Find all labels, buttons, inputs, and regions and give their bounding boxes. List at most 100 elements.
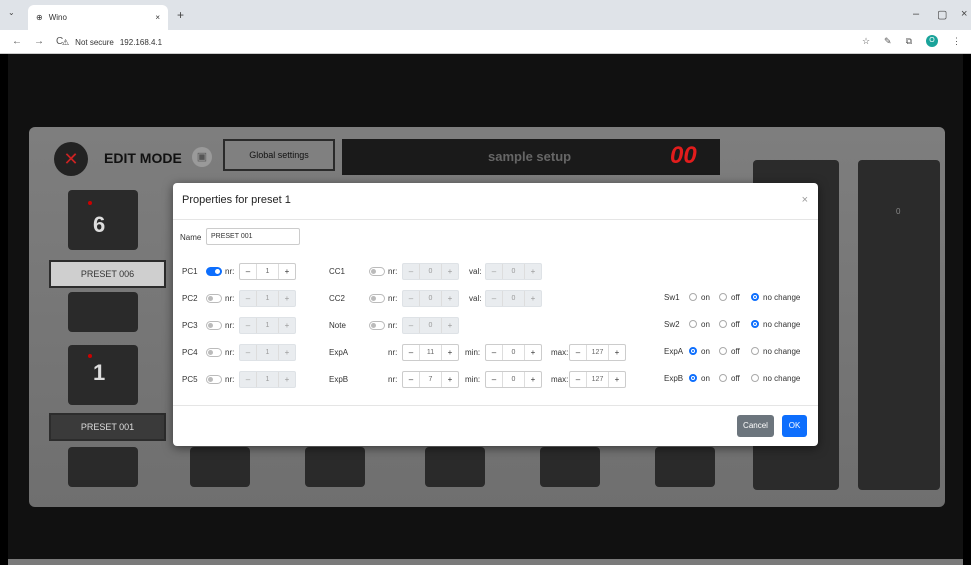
- increment-button[interactable]: +: [442, 345, 458, 360]
- pc2-value[interactable]: 1: [256, 291, 279, 306]
- increment-button[interactable]: +: [609, 372, 625, 387]
- note-nr-value[interactable]: 0: [419, 318, 442, 333]
- decrement-button[interactable]: –: [486, 345, 502, 360]
- minimize-button[interactable]: –: [913, 8, 919, 20]
- decrement-button[interactable]: –: [570, 345, 586, 360]
- increment-button[interactable]: +: [279, 291, 295, 306]
- ok-button[interactable]: OK: [782, 415, 807, 437]
- extension-pen-icon[interactable]: ✎: [884, 36, 892, 47]
- cc2-toggle[interactable]: [369, 294, 385, 303]
- increment-button[interactable]: +: [279, 318, 295, 333]
- decrement-button[interactable]: –: [403, 372, 419, 387]
- decrement-button[interactable]: –: [403, 318, 419, 333]
- new-tab-button[interactable]: +: [177, 8, 184, 22]
- note-toggle[interactable]: [369, 321, 385, 330]
- expa-radio-on[interactable]: [689, 347, 697, 355]
- radio-nochange-label: no change: [763, 374, 801, 383]
- increment-button[interactable]: +: [442, 264, 458, 279]
- expa-radio-no-change[interactable]: [751, 347, 759, 355]
- expb-radio-off[interactable]: [719, 374, 727, 382]
- dialog-header: Properties for preset 1 ×: [173, 183, 818, 220]
- cc2-val-value[interactable]: 0: [502, 291, 525, 306]
- sw1-radio-on[interactable]: [689, 293, 697, 301]
- browser-tab-strip: ⌄ ⊕ Wino × + – ▢ ×: [0, 0, 971, 30]
- expb-max-value[interactable]: 127: [586, 372, 609, 387]
- browser-tab[interactable]: ⊕ Wino ×: [28, 5, 168, 30]
- decrement-button[interactable]: –: [403, 345, 419, 360]
- expa-nr-value[interactable]: 11: [419, 345, 442, 360]
- window-close-button[interactable]: ×: [961, 8, 967, 20]
- close-icon[interactable]: ×: [802, 194, 808, 206]
- name-label: Name: [180, 233, 202, 242]
- cc1-toggle[interactable]: [369, 267, 385, 276]
- increment-button[interactable]: +: [525, 372, 541, 387]
- cc1-nr-value[interactable]: 0: [419, 264, 442, 279]
- maximize-button[interactable]: ▢: [937, 8, 947, 21]
- decrement-button[interactable]: –: [240, 318, 256, 333]
- sw2-radio-no-change[interactable]: [751, 320, 759, 328]
- expa-radio-off[interactable]: [719, 347, 727, 355]
- sw1-radio-off[interactable]: [719, 293, 727, 301]
- bookmark-star-icon[interactable]: ☆: [862, 36, 870, 47]
- pc5-value[interactable]: 1: [256, 372, 279, 387]
- increment-button[interactable]: +: [442, 372, 458, 387]
- cancel-button[interactable]: Cancel: [737, 415, 774, 437]
- decrement-button[interactable]: –: [403, 291, 419, 306]
- decrement-button[interactable]: –: [486, 291, 502, 306]
- extensions-puzzle-icon[interactable]: ⧉: [906, 36, 912, 47]
- preset-name-input[interactable]: PRESET 001: [206, 228, 300, 245]
- menu-kebab-icon[interactable]: ⋮: [952, 36, 961, 47]
- expa-max-value[interactable]: 127: [586, 345, 609, 360]
- expb-radio-on[interactable]: [689, 374, 697, 382]
- expb-min-value[interactable]: 0: [502, 372, 525, 387]
- decrement-button[interactable]: –: [240, 372, 256, 387]
- val-label: val:: [469, 267, 482, 276]
- sw1-radio-no-change[interactable]: [751, 293, 759, 301]
- expa-min-value[interactable]: 0: [502, 345, 525, 360]
- increment-button[interactable]: +: [279, 345, 295, 360]
- pc2-toggle[interactable]: [206, 294, 222, 303]
- back-button[interactable]: ←: [12, 36, 22, 47]
- increment-button[interactable]: +: [525, 345, 541, 360]
- cc1-label: CC1: [329, 267, 346, 276]
- nr-label: nr:: [388, 267, 398, 276]
- tab-close-icon[interactable]: ×: [155, 13, 160, 22]
- profile-avatar[interactable]: O: [926, 35, 938, 47]
- decrement-button[interactable]: –: [240, 345, 256, 360]
- forward-button[interactable]: →: [34, 36, 44, 47]
- cc1-nr-stepper: –0 +: [402, 263, 459, 280]
- decrement-button[interactable]: –: [240, 264, 256, 279]
- increment-button[interactable]: +: [279, 264, 295, 279]
- tab-search-icon[interactable]: ⌄: [8, 8, 15, 17]
- increment-button[interactable]: +: [525, 264, 541, 279]
- decrement-button[interactable]: –: [403, 264, 419, 279]
- expb-nr-value[interactable]: 7: [419, 372, 442, 387]
- decrement-button[interactable]: –: [570, 372, 586, 387]
- pc3-toggle[interactable]: [206, 321, 222, 330]
- expb-max-stepper: –127 +: [569, 371, 626, 388]
- nr-label: nr:: [388, 294, 398, 303]
- decrement-button[interactable]: –: [486, 264, 502, 279]
- decrement-button[interactable]: –: [240, 291, 256, 306]
- cc1-val-value[interactable]: 0: [502, 264, 525, 279]
- pc5-toggle[interactable]: [206, 375, 222, 384]
- increment-button[interactable]: +: [442, 291, 458, 306]
- url-field[interactable]: ⚠ Not secure 192.168.4.1: [62, 33, 842, 51]
- increment-button[interactable]: +: [525, 291, 541, 306]
- pc4-toggle[interactable]: [206, 348, 222, 357]
- sw2-radio-off[interactable]: [719, 320, 727, 328]
- sw2-radio-on[interactable]: [689, 320, 697, 328]
- increment-button[interactable]: +: [609, 345, 625, 360]
- increment-button[interactable]: +: [442, 318, 458, 333]
- decrement-button[interactable]: –: [486, 372, 502, 387]
- pc3-value[interactable]: 1: [256, 318, 279, 333]
- nr-label: nr:: [388, 348, 398, 357]
- expb-radio-no-change[interactable]: [751, 374, 759, 382]
- pc4-value[interactable]: 1: [256, 345, 279, 360]
- cc2-nr-value[interactable]: 0: [419, 291, 442, 306]
- increment-button[interactable]: +: [279, 372, 295, 387]
- pc1-value[interactable]: 1: [256, 264, 279, 279]
- pc2-label: PC2: [182, 294, 198, 303]
- sw2-label: Sw2: [664, 320, 680, 329]
- pc1-toggle[interactable]: [206, 267, 222, 276]
